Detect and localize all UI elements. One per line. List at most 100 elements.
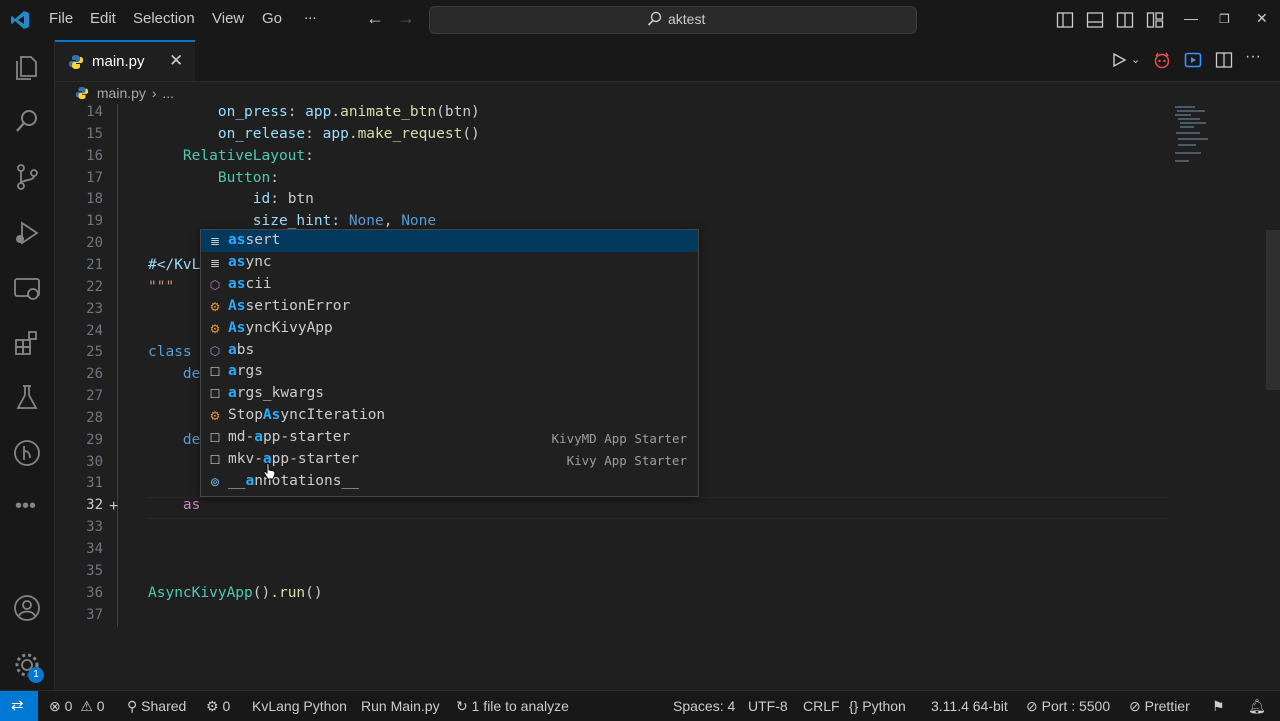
code-line: class bbox=[148, 344, 192, 361]
suggestion-item[interactable]: ⚙ StopAsyncIteration bbox=[201, 405, 698, 427]
run-python-file-icon[interactable] bbox=[1111, 52, 1127, 68]
run-debug-icon[interactable] bbox=[12, 218, 42, 248]
add-line-glyph-icon[interactable]: + bbox=[109, 498, 118, 516]
remote-indicator[interactable]: ⇄ bbox=[0, 691, 38, 721]
line-number: 16 bbox=[86, 147, 103, 164]
encoding-indicator[interactable]: UTF-8 bbox=[748, 698, 788, 714]
prettier-indicator[interactable]: ⊘ Prettier bbox=[1129, 698, 1190, 715]
minimize-icon[interactable]: — bbox=[1184, 10, 1198, 26]
no-entry-icon: ⊘ bbox=[1026, 698, 1038, 714]
testing-icon[interactable] bbox=[12, 382, 42, 412]
live-server-port[interactable]: ⊘ Port : 5500 bbox=[1026, 698, 1110, 715]
remote-connection-icon: ⇄ bbox=[11, 697, 24, 714]
explorer-icon[interactable] bbox=[12, 52, 42, 82]
customize-layout-icon[interactable] bbox=[1146, 11, 1164, 29]
menu-go[interactable]: Go bbox=[262, 10, 282, 27]
suggestion-item[interactable]: ☐ args bbox=[201, 361, 698, 383]
breadcrumb-file[interactable]: main.py bbox=[97, 85, 146, 101]
line-number: 17 bbox=[86, 169, 103, 186]
suggestion-item[interactable]: ⬡ ascii bbox=[201, 274, 698, 296]
snippet-icon: ☐ bbox=[209, 453, 221, 467]
line-number: 23 bbox=[86, 300, 103, 317]
code-line: AsyncKivyApp().run() bbox=[148, 584, 323, 601]
menu-file[interactable]: File bbox=[49, 10, 73, 27]
code-line: RelativeLayout: bbox=[182, 147, 314, 164]
restore-icon[interactable]: ❐ bbox=[1219, 12, 1230, 26]
python-interpreter-indicator[interactable]: 3.11.4 64-bit bbox=[931, 698, 1008, 714]
braces-icon: {} bbox=[849, 698, 859, 714]
vertical-scrollbar[interactable] bbox=[1266, 230, 1280, 390]
suggestion-item[interactable]: ☐ args_kwargs bbox=[201, 383, 698, 405]
snippet-icon: ☐ bbox=[209, 431, 221, 446]
line-number: 32 bbox=[86, 497, 103, 514]
line-number: 29 bbox=[86, 431, 103, 448]
suggestion-item[interactable]: ⬡ abs bbox=[201, 340, 698, 362]
close-window-icon[interactable]: ✕ bbox=[1256, 10, 1268, 27]
run-main-button[interactable]: Run Main.py bbox=[361, 698, 440, 714]
code-line: de bbox=[182, 366, 201, 383]
suggestion-label: StopAsyncIteration bbox=[228, 407, 386, 424]
split-editor-icon[interactable] bbox=[1215, 51, 1233, 69]
menu-view[interactable]: View bbox=[212, 10, 244, 27]
suggestion-item[interactable]: ☐ md-app-starter KivyMD App Starter bbox=[201, 427, 698, 449]
line-number: 22 bbox=[86, 278, 103, 295]
forward-arrow-icon[interactable]: → bbox=[397, 8, 415, 29]
toggle-primary-sidebar-icon[interactable] bbox=[1056, 11, 1074, 29]
remote-explorer-icon[interactable] bbox=[12, 274, 42, 304]
ports-indicator[interactable]: ⚙ 0 bbox=[206, 698, 230, 715]
notifications-bell-icon[interactable]: 🔔︎ bbox=[1248, 698, 1266, 715]
code-line: id: btn bbox=[252, 191, 314, 208]
git-graph-icon[interactable] bbox=[12, 438, 42, 468]
line-number: 14 bbox=[86, 104, 103, 120]
language-mode-indicator[interactable]: {} Python bbox=[849, 698, 906, 714]
status-bar: ⇄ ⊗ 0 ⚠ 0 ⚲ Shared ⚙ 0 KvLang Python Run… bbox=[0, 690, 1280, 721]
analysis-indicator[interactable]: ↻ 1 file to analyze bbox=[456, 698, 569, 715]
keyword-icon: ≣ bbox=[209, 234, 221, 248]
suggestion-label: mkv-app-starter bbox=[228, 451, 359, 467]
line-number: 19 bbox=[86, 213, 103, 230]
snippet-icon: ☐ bbox=[209, 387, 221, 402]
menu-selection[interactable]: Selection bbox=[133, 10, 195, 27]
run-dropdown-chevron-icon[interactable]: ⌄ bbox=[1131, 53, 1140, 66]
indent-guide bbox=[117, 104, 118, 627]
minimap[interactable] bbox=[1172, 104, 1212, 164]
accounts-icon[interactable] bbox=[12, 593, 42, 623]
suggestion-item[interactable]: ≣ async bbox=[201, 252, 698, 274]
tab-main-py[interactable]: main.py ✕ bbox=[55, 40, 195, 81]
suggestion-label: ascii bbox=[228, 275, 272, 292]
ports-count: 0 bbox=[222, 698, 231, 714]
eol-indicator[interactable]: CRLF bbox=[803, 698, 840, 714]
indentation-indicator[interactable]: Spaces: 4 bbox=[673, 698, 735, 714]
menu-edit[interactable]: Edit bbox=[90, 10, 116, 27]
code-line: Button: bbox=[217, 169, 279, 186]
line-number: 27 bbox=[86, 388, 103, 405]
live-preview-icon[interactable] bbox=[1184, 51, 1202, 69]
menu-more[interactable]: ... bbox=[304, 6, 317, 23]
back-arrow-icon[interactable]: ← bbox=[366, 8, 384, 29]
suggestion-item[interactable]: ⚙ AssertionError bbox=[201, 296, 698, 318]
search-view-icon[interactable] bbox=[12, 106, 42, 136]
suggestion-item[interactable]: ⚙ AsyncKivyApp bbox=[201, 318, 698, 340]
copilot-icon[interactable] bbox=[1153, 51, 1171, 69]
source-control-icon[interactable] bbox=[12, 162, 42, 192]
function-icon: ⬡ bbox=[209, 277, 221, 292]
mouse-pointer-icon bbox=[263, 462, 276, 480]
line-number: 33 bbox=[86, 519, 103, 536]
breadcrumb-symbol[interactable]: ... bbox=[162, 85, 174, 101]
suggestion-label: args_kwargs bbox=[228, 385, 325, 402]
live-share-indicator[interactable]: ⚲ Shared bbox=[127, 698, 186, 715]
snippet-icon: ☐ bbox=[209, 365, 221, 380]
port-label: Port : 5500 bbox=[1041, 698, 1111, 714]
toggle-secondary-sidebar-icon[interactable] bbox=[1116, 11, 1134, 29]
kvlang-indicator[interactable]: KvLang Python bbox=[252, 698, 347, 714]
settings-badge: 1 bbox=[28, 667, 44, 683]
line-number: 25 bbox=[86, 344, 103, 361]
suggestion-item[interactable]: ≣ assert bbox=[201, 230, 698, 252]
feedback-icon[interactable]: ⚑ bbox=[1212, 698, 1225, 715]
toggle-panel-icon[interactable] bbox=[1086, 11, 1104, 29]
tab-close-icon[interactable]: ✕ bbox=[169, 51, 183, 71]
editor-more-actions-icon[interactable]: ··· bbox=[1245, 48, 1261, 66]
problems-indicator[interactable]: ⊗ 0 ⚠ 0 bbox=[49, 698, 105, 715]
more-views-icon[interactable]: ••• bbox=[15, 495, 36, 518]
extensions-icon[interactable] bbox=[12, 328, 42, 358]
